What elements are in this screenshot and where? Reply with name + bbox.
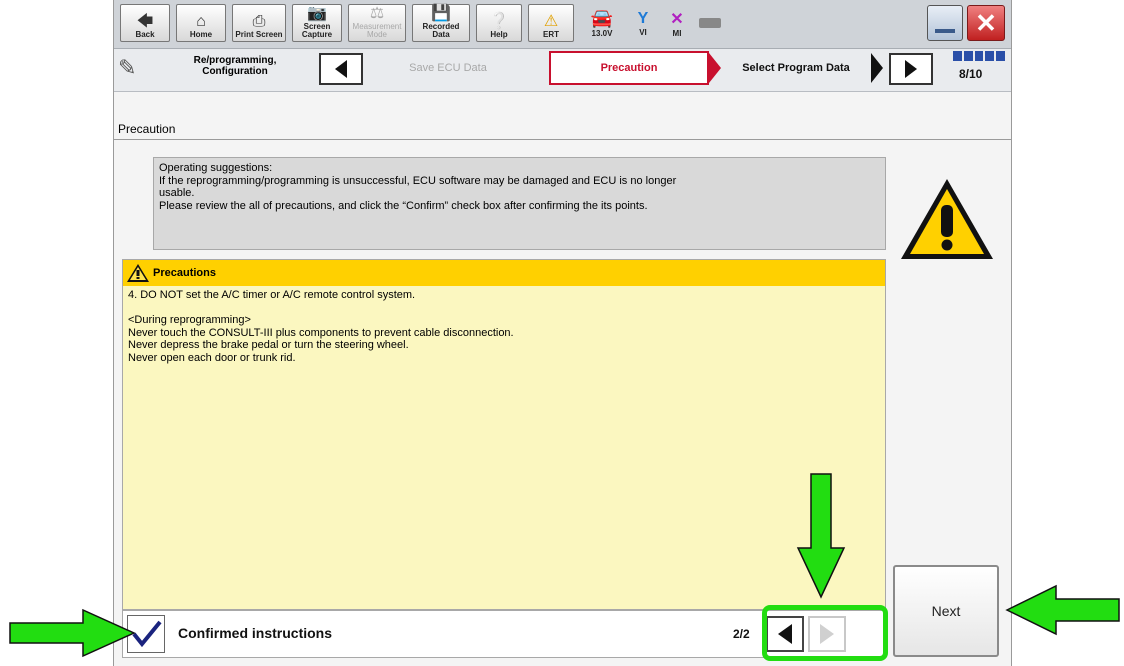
annotation-arrow-right-icon (9, 608, 136, 658)
precautions-text: 4. DO NOT set the A/C timer or A/C remot… (123, 286, 885, 367)
progress-blocks (953, 51, 1005, 61)
pager-highlight-outline (762, 605, 888, 661)
recorded-data-icon: 💾 (431, 5, 451, 22)
step-counter: 8/10 (959, 67, 983, 81)
toolbar: 🡄 Back ⌂ Home ⎙ Print Screen 📷 Screen Ca… (114, 0, 1011, 49)
suggestion-line: Please review the all of precautions, an… (159, 199, 648, 212)
printer-icon: ⎙ (252, 13, 266, 30)
step-precaution-active: Precaution (549, 51, 709, 85)
precaution-line (128, 302, 880, 315)
mi-disconnected-icon: ✕ (670, 10, 684, 28)
help-icon: ❔ (489, 13, 509, 30)
large-warning-icon (901, 179, 993, 259)
step-save-ecu-data: Save ECU Data (409, 62, 487, 74)
step-chevron-icon (709, 53, 721, 83)
page-title: Precaution (118, 122, 176, 136)
step-chevron-icon (871, 53, 883, 83)
next-button[interactable]: Next (893, 565, 999, 657)
back-arrow-icon: 🡄 (136, 13, 154, 30)
divider (114, 139, 1011, 140)
precaution-line: Never touch the CONSULT-III plus compone… (128, 326, 514, 339)
car-icon: 🚘 (590, 8, 614, 28)
precautions-panel: Precautions 4. DO NOT set the A/C timer … (122, 259, 886, 610)
vi-signal-icon: Y (637, 9, 649, 27)
page-counter: 2/2 (733, 627, 750, 641)
consult-screen: 🡄 Back ⌂ Home ⎙ Print Screen 📷 Screen Ca… (113, 0, 1012, 666)
section-title: Re/programming, Configuration (193, 55, 277, 77)
back-button[interactable]: 🡄 Back (120, 4, 170, 42)
precautions-header: Precautions (123, 260, 885, 286)
step-select-program-data: Select Program Data (742, 62, 850, 74)
warning-icon: ⚠ (543, 13, 559, 30)
battery-indicator-icon (699, 18, 721, 28)
precaution-line: Never depress the brake pedal or turn th… (128, 339, 409, 351)
screen-capture-button[interactable]: 📷 Screen Capture (292, 4, 342, 42)
measurement-mode-button[interactable]: ⚖ Measurement Mode (348, 4, 406, 42)
next-step-button[interactable] (889, 53, 933, 85)
precaution-line: 4. DO NOT set the A/C timer or A/C remot… (128, 289, 416, 301)
recorded-data-button[interactable]: 💾 Recorded Data (412, 4, 470, 42)
measurement-icon: ⚖ (369, 5, 385, 22)
signal-indicator (696, 4, 724, 42)
arrow-right-icon (905, 60, 917, 78)
small-warning-icon (127, 264, 149, 282)
suggestion-line: If the reprogramming/programming is unsu… (159, 174, 677, 187)
close-icon: ✕ (975, 8, 997, 38)
previous-step-button[interactable] (319, 53, 363, 85)
confirm-label: Confirmed instructions (178, 625, 333, 641)
suggestion-line: usable. (159, 187, 195, 199)
home-button[interactable]: ⌂ Home (176, 4, 226, 42)
navigation-bar: ✎ Re/programming, Configuration Save ECU… (114, 49, 1011, 92)
print-screen-button[interactable]: ⎙ Print Screen (232, 4, 286, 42)
close-button[interactable]: ✕ (967, 5, 1005, 41)
minimize-button[interactable] (927, 5, 963, 41)
minimize-icon (935, 29, 955, 33)
vi-status: Y VI (637, 9, 649, 37)
reprogramming-icon: ✎ (118, 55, 137, 80)
annotation-arrow-down-icon (796, 473, 846, 599)
precaution-line: Never open each door or trunk rid. (128, 351, 296, 364)
annotation-arrow-left-icon (1005, 584, 1120, 636)
arrow-left-icon (335, 60, 347, 78)
suggestion-line: Operating suggestions: (159, 162, 273, 174)
operating-suggestions-box: Operating suggestions: If the reprogramm… (153, 157, 886, 250)
home-icon: ⌂ (196, 13, 206, 30)
battery-voltage-status: 🚘 13.0V (590, 8, 614, 38)
ert-button[interactable]: ⚠ ERT (528, 4, 574, 42)
mi-status: ✕ MI (670, 10, 684, 38)
precaution-line: <During reprogramming> (128, 314, 251, 326)
help-button[interactable]: ❔ Help (476, 4, 522, 42)
camera-icon: 📷 (307, 5, 327, 22)
